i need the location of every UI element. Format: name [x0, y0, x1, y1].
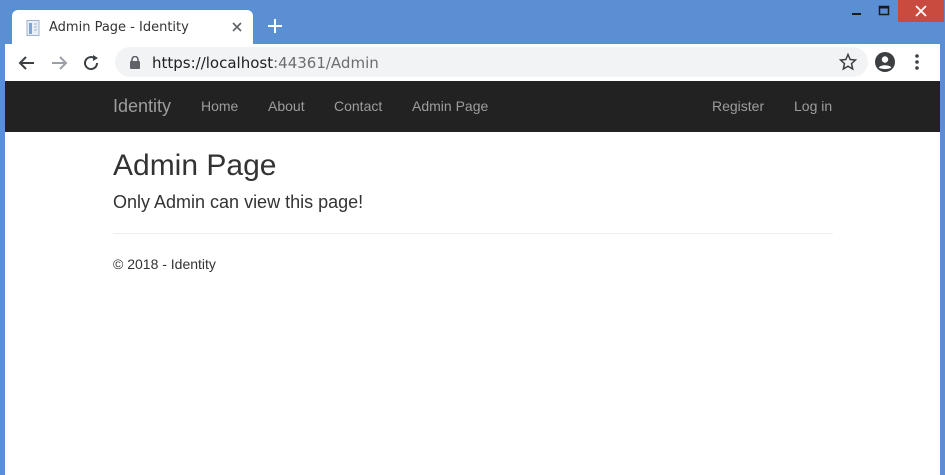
minimize-icon[interactable] — [842, 0, 870, 22]
site-navbar: Identity Home About Contact Admin Page R… — [5, 81, 940, 132]
url-path: :44361/Admin — [273, 54, 379, 72]
reload-icon[interactable] — [81, 53, 101, 73]
plus-icon[interactable] — [265, 16, 285, 36]
url-host: https://localhost — [152, 54, 274, 72]
page-viewport: Identity Home About Contact Admin Page R… — [5, 81, 940, 475]
nav-link-register[interactable]: Register — [712, 98, 764, 114]
arrow-left-icon[interactable] — [17, 53, 37, 73]
footer-copyright: © 2018 - Identity — [113, 256, 216, 272]
page-message: Only Admin can view this page! — [113, 192, 364, 212]
nav-link-admin-page[interactable]: Admin Page — [412, 98, 488, 114]
nav-link-about[interactable]: About — [268, 98, 305, 114]
lock-icon — [130, 56, 140, 69]
nav-link-contact[interactable]: Contact — [334, 98, 382, 114]
account-icon[interactable] — [874, 51, 896, 73]
tab-title: Admin Page - Identity — [49, 20, 189, 35]
document-icon — [26, 20, 40, 36]
nav-link-home[interactable]: Home — [201, 98, 238, 114]
footer-divider — [113, 233, 833, 234]
more-vertical-icon[interactable] — [912, 52, 922, 72]
close-icon[interactable] — [230, 20, 244, 34]
browser-toolbar: https://localhost:44361/Admin — [5, 44, 940, 81]
window-frame-right — [940, 44, 945, 475]
address-url: https://localhost:44361/Admin — [152, 54, 379, 72]
address-bar[interactable]: https://localhost:44361/Admin — [115, 47, 868, 77]
maximize-icon[interactable] — [870, 0, 898, 22]
browser-tab[interactable]: Admin Page - Identity — [12, 10, 253, 44]
nav-link-login[interactable]: Log in — [794, 98, 832, 114]
close-icon[interactable] — [898, 0, 944, 22]
navbar-brand[interactable]: Identity — [113, 96, 171, 117]
star-icon[interactable] — [839, 53, 857, 71]
arrow-right-icon[interactable] — [49, 53, 69, 73]
page-title: Admin Page — [113, 149, 277, 182]
browser-titlebar: Admin Page - Identity — [0, 0, 945, 44]
